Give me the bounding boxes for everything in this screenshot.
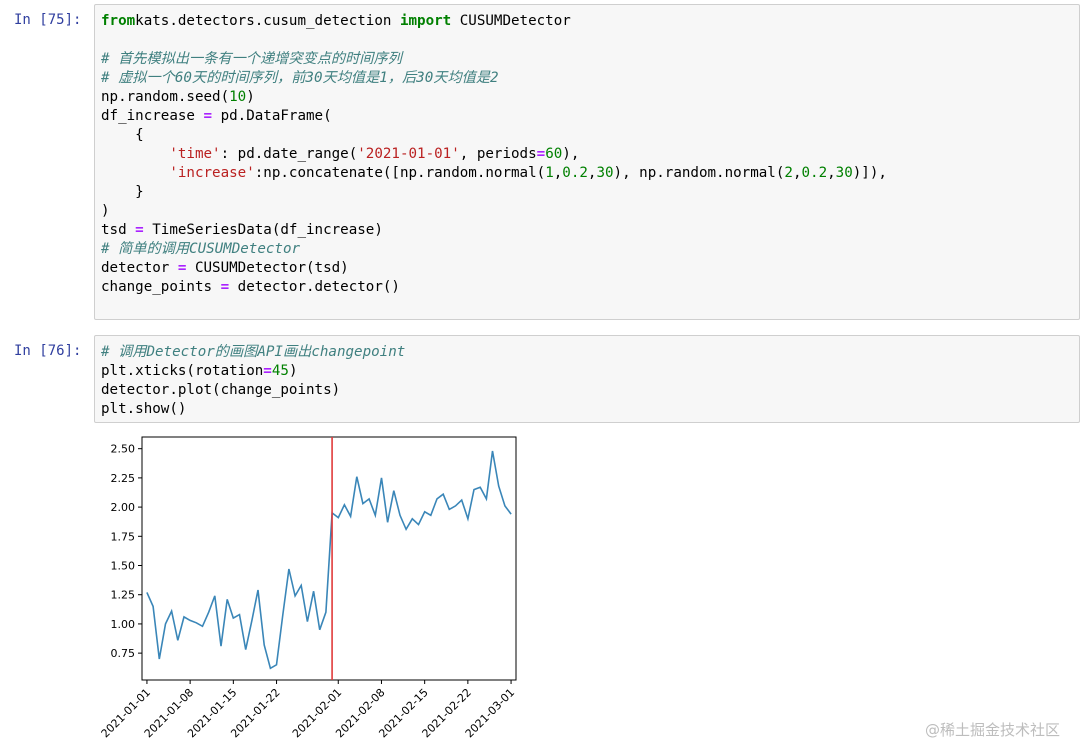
code-token: = xyxy=(220,279,230,295)
line-chart: 0.751.001.251.501.752.002.252.502021-01-… xyxy=(99,436,517,740)
code-token: , periods xyxy=(459,146,537,162)
code-line: change_points = detector.detector() xyxy=(101,279,400,295)
code-line: fromkats.detectors.cusum_detection impor… xyxy=(101,13,571,29)
code-token: CUSUMDetector xyxy=(451,13,571,29)
code-line: # 简单的调用CUSUMDetector xyxy=(101,241,300,257)
code-token: = xyxy=(536,146,546,162)
code-token: plt.xticks(rotation xyxy=(101,363,264,379)
code-token: 2 xyxy=(784,165,793,181)
code-line: np.random.seed(10) xyxy=(101,89,255,105)
code-token: } xyxy=(101,184,144,200)
code-token: 0.2 xyxy=(801,165,828,181)
code-line: plt.show() xyxy=(101,401,186,417)
code-token: = xyxy=(263,363,272,379)
code-token: 30 xyxy=(596,165,614,181)
code-token: = xyxy=(203,108,213,124)
code-token: 30 xyxy=(835,165,853,181)
code-token: tsd xyxy=(101,222,136,238)
code-token: ) xyxy=(288,363,298,379)
code-token: df_increase xyxy=(101,108,204,124)
code-token: ), xyxy=(562,146,580,162)
y-tick-label: 1.75 xyxy=(111,530,136,543)
y-tick-label: 1.25 xyxy=(111,589,136,602)
code-line: detector.plot(change_points) xyxy=(101,382,340,398)
code-token: '2021-01-01' xyxy=(357,146,460,162)
code-token: 0.2 xyxy=(562,165,588,181)
code-input-area[interactable]: # 调用Detector的画图API画出changepoint plt.xtic… xyxy=(94,335,1080,423)
code-token: detector.detector() xyxy=(229,279,400,295)
code-line: # 虚拟一个60天的时间序列，前30天均值是1，后30天均值是2 xyxy=(101,70,499,86)
code-token: # 虚拟一个60天的时间序列，前30天均值是1，后30天均值是2 xyxy=(101,70,499,86)
code-token: )]), xyxy=(852,165,887,181)
code-token: pd.DataFrame( xyxy=(212,108,332,124)
code-token: np.random.seed( xyxy=(101,89,230,105)
code-token: import xyxy=(399,13,452,29)
cell-prompt: In [76]: xyxy=(14,343,82,359)
code-token: detector xyxy=(101,260,178,276)
y-tick-label: 2.25 xyxy=(111,472,136,485)
code-token: detector.plot(change_points) xyxy=(101,382,341,398)
code-line: detector = CUSUMDetector(tsd) xyxy=(101,260,349,276)
code-token: :np.concatenate([np.random.normal( xyxy=(254,165,546,181)
code-token: 'time' xyxy=(169,146,221,162)
code-editor[interactable]: fromkats.detectors.cusum_detection impor… xyxy=(101,12,887,297)
code-cell-75[interactable]: In [75]: fromkats.detectors.cusum_detect… xyxy=(0,4,1080,322)
cell-prompt: In [75]: xyxy=(14,12,82,28)
code-token: # 调用Detector的画图API画出changepoint xyxy=(101,344,406,360)
code-token: : pd.date_range( xyxy=(220,146,358,162)
code-line: ) xyxy=(101,203,110,219)
code-token: TimeSeriesData(df_increase) xyxy=(143,222,383,238)
code-token: 60 xyxy=(545,146,563,162)
code-line: # 首先模拟出一条有一个递增突变点的时间序列 xyxy=(101,51,402,67)
code-cell-76[interactable]: In [76]: # 调用Detector的画图API画出changepoint… xyxy=(0,335,1080,427)
y-tick-label: 1.00 xyxy=(111,618,136,631)
code-line: tsd = TimeSeriesData(df_increase) xyxy=(101,222,383,238)
code-token: plt.show() xyxy=(101,401,187,417)
code-token: # 首先模拟出一条有一个递增突变点的时间序列 xyxy=(101,51,402,67)
output-chart: 0.75 1.00 1.25 1.50 1.75 2.00 2.25 2.50 2021-01-… xyxy=(98,430,538,754)
y-tick-label: 2.00 xyxy=(111,501,136,514)
code-editor[interactable]: # 调用Detector的画图API画出changepoint plt.xtic… xyxy=(101,343,405,419)
code-token: 'increase' xyxy=(169,165,255,181)
code-token: ) xyxy=(101,203,110,219)
code-token: 10 xyxy=(229,89,247,105)
y-tick-label: 0.75 xyxy=(111,647,136,660)
code-input-area[interactable]: fromkats.detectors.cusum_detection impor… xyxy=(94,4,1080,320)
code-line: 'time': pd.date_range('2021-01-01', peri… xyxy=(101,146,579,162)
code-token: CUSUMDetector(tsd) xyxy=(186,260,349,276)
code-token: from xyxy=(101,13,136,29)
code-line: # 调用Detector的画图API画出changepoint xyxy=(101,344,405,360)
code-line: 'increase':np.concatenate([np.random.nor… xyxy=(101,165,887,181)
code-token: , xyxy=(827,165,836,181)
code-token: 1 xyxy=(545,165,554,181)
code-line: { xyxy=(101,127,144,143)
code-token: # 简单的调用CUSUMDetector xyxy=(101,241,301,257)
code-token: { xyxy=(101,127,144,143)
code-token: change_points xyxy=(101,279,221,295)
code-token: kats.detectors.cusum_detection xyxy=(135,13,400,29)
watermark: @稀土掘金技术社区 xyxy=(924,721,1060,739)
code-token: 45 xyxy=(271,363,289,379)
code-line: plt.xticks(rotation=45) xyxy=(101,363,297,379)
y-tick-label: 1.50 xyxy=(111,560,136,573)
code-token: ), np.random.normal( xyxy=(613,165,785,181)
code-token: , xyxy=(553,165,563,181)
code-token: = xyxy=(135,222,144,238)
code-line: df_increase = pd.DataFrame( xyxy=(101,108,332,124)
code-token: ) xyxy=(246,89,255,105)
code-line: } xyxy=(101,184,144,200)
y-tick-label: 2.50 xyxy=(111,443,136,456)
